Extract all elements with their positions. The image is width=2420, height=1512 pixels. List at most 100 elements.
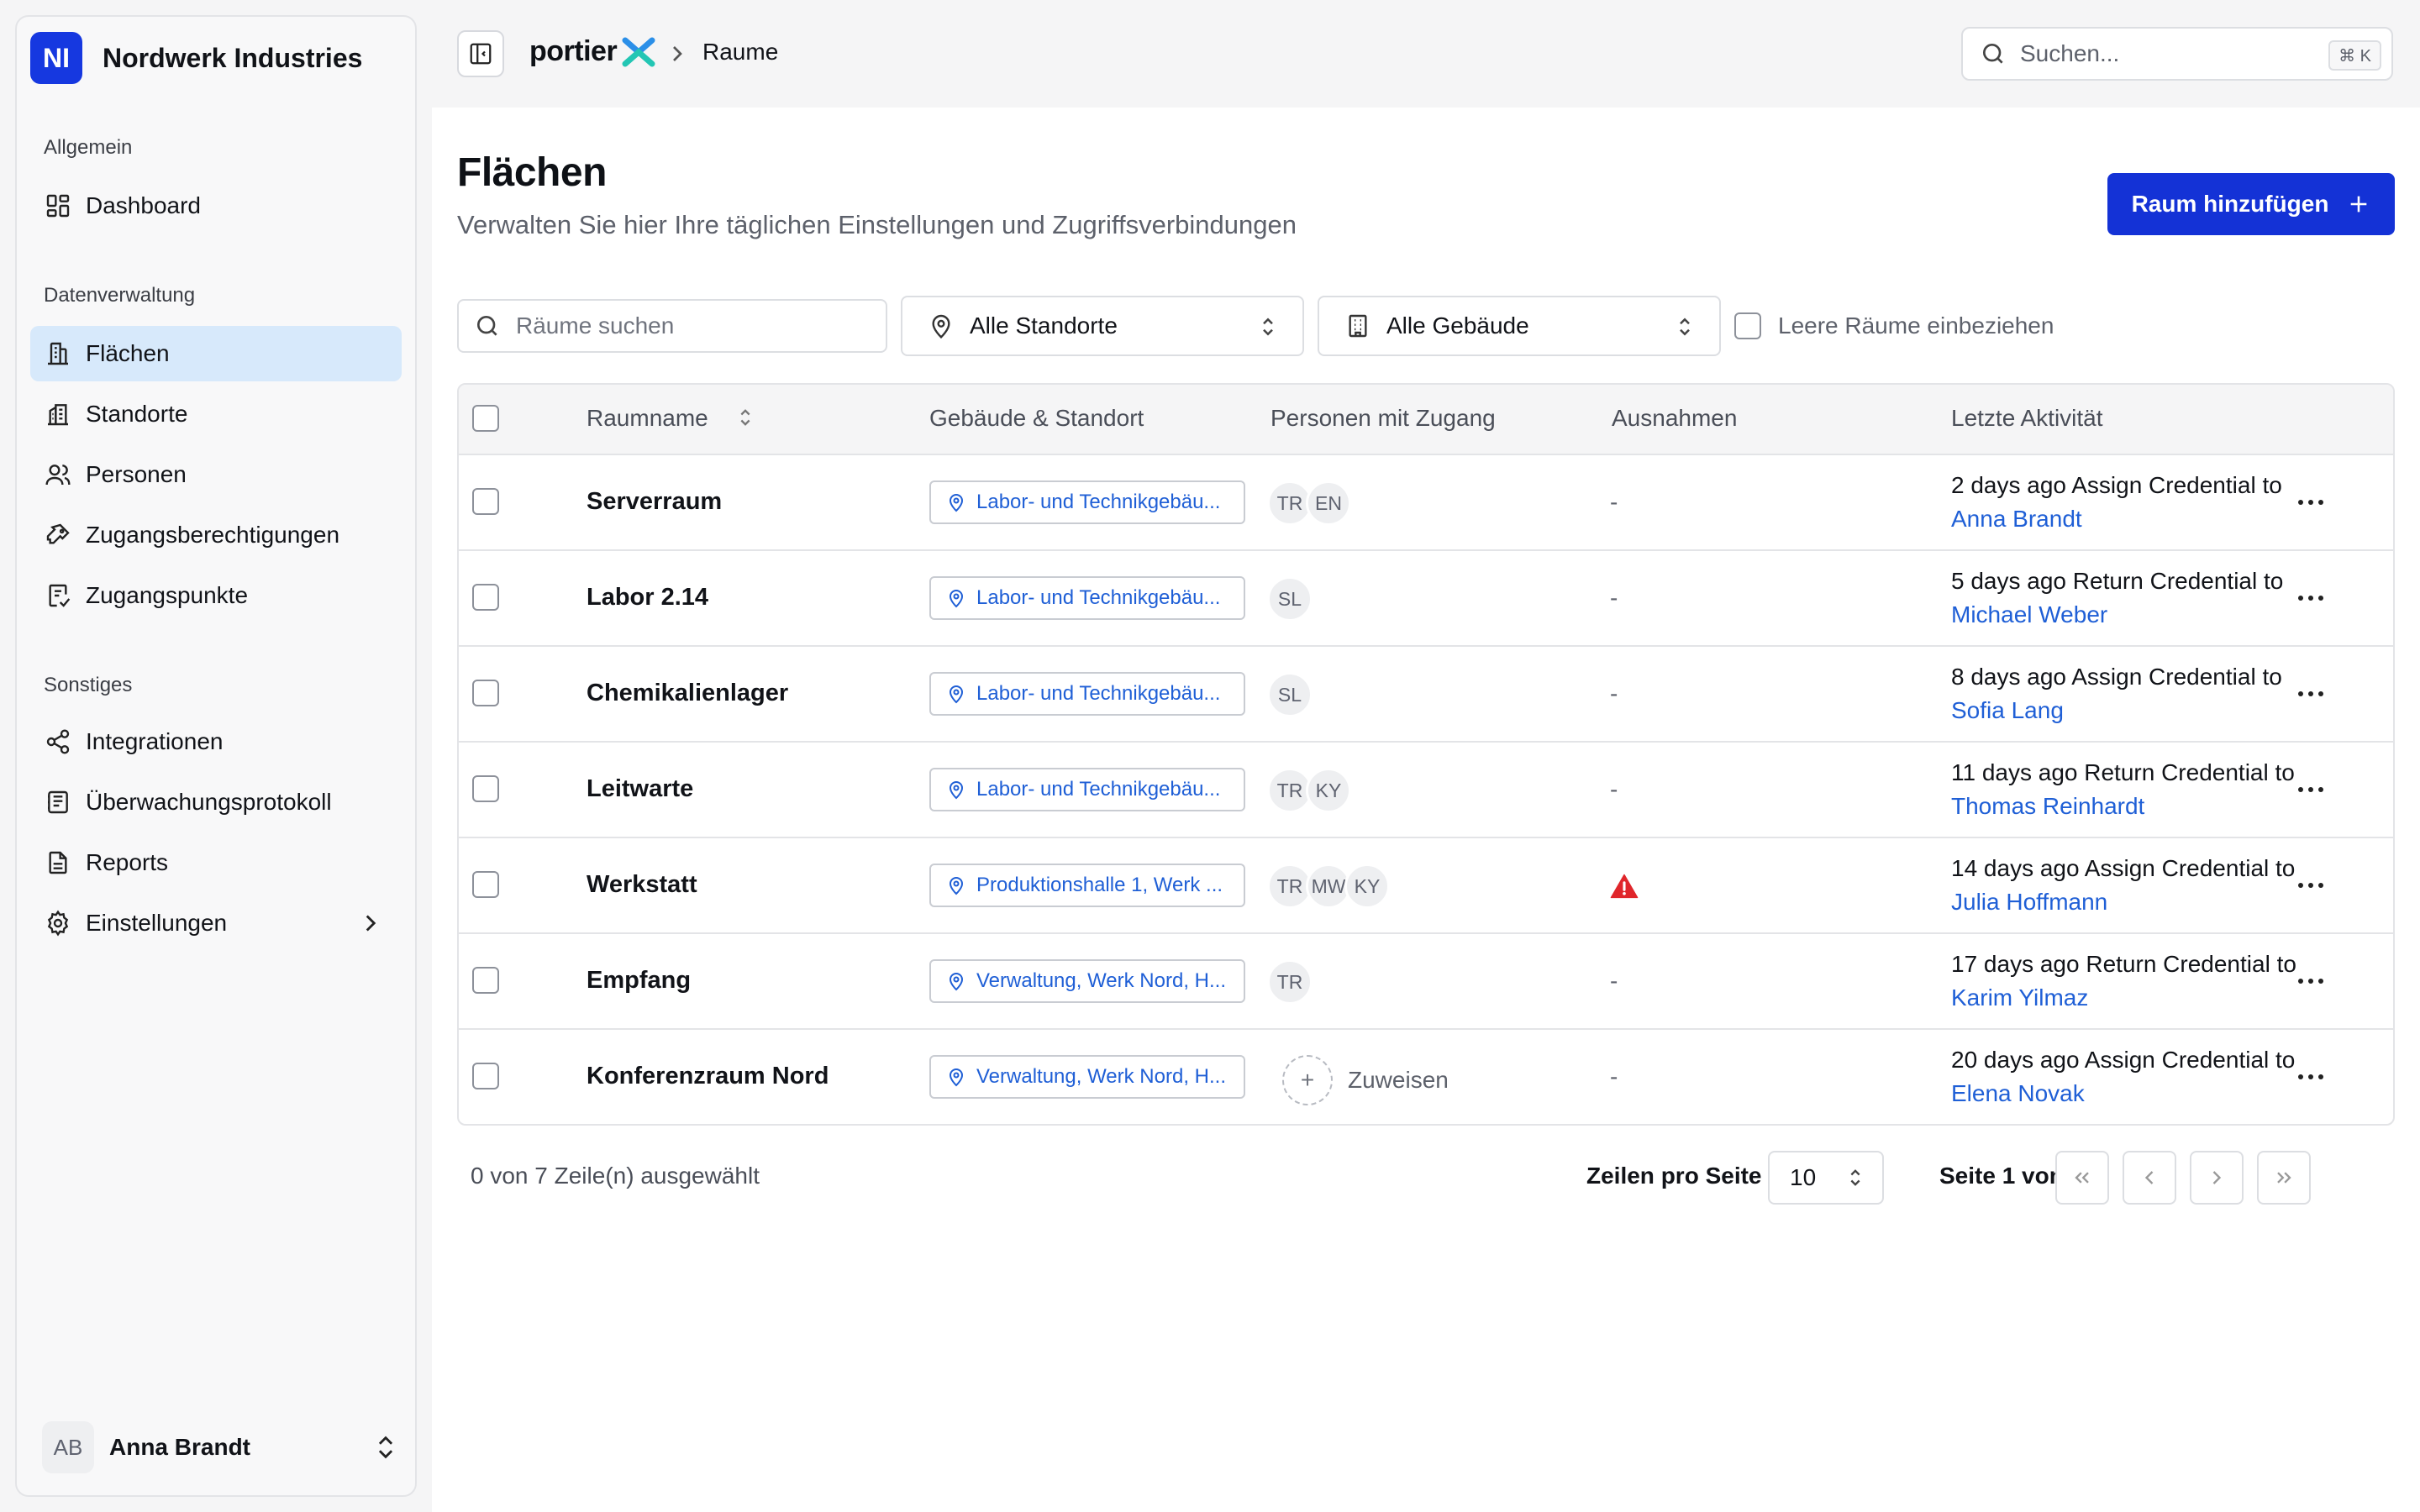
breadcrumb[interactable]: Raume xyxy=(702,39,778,66)
select-all-checkbox[interactable] xyxy=(472,405,499,432)
room-name[interactable]: Leitwarte xyxy=(587,775,693,803)
more-actions-icon[interactable] xyxy=(2294,872,2328,899)
sidebar-item-dashboard[interactable]: Dashboard xyxy=(30,178,402,234)
table-row[interactable]: Empfang Verwaltung, Werk Nord, H... TR -… xyxy=(459,934,2393,1030)
sidebar-item-label: Personen xyxy=(86,461,187,487)
next-page-button[interactable] xyxy=(2190,1151,2244,1205)
assign-people-button[interactable]: + Zuweisen xyxy=(1267,1055,1449,1105)
person-avatar[interactable]: KY xyxy=(1306,768,1351,813)
chevron-right-icon xyxy=(366,915,376,932)
rows-per-page-label: Zeilen pro Seite xyxy=(1586,1163,1762,1189)
exception-value: - xyxy=(1610,680,1618,706)
last-activity: 20 days ago Assign Credential to Elena N… xyxy=(1951,1043,2304,1110)
dashboard-icon xyxy=(44,192,72,220)
location-badge[interactable]: Produktionshalle 1, Werk ... xyxy=(929,864,1245,907)
row-checkbox[interactable] xyxy=(472,680,499,706)
table-row[interactable]: Serverraum Labor- und Technikgebäu... TR… xyxy=(459,455,2393,551)
last-page-button[interactable] xyxy=(2257,1151,2311,1205)
room-name[interactable]: Serverraum xyxy=(587,488,722,516)
sidebar-item-ueberwachungsprotokoll[interactable]: Überwachungsprotokoll xyxy=(30,774,402,830)
more-actions-icon[interactable] xyxy=(2294,489,2328,516)
sidebar-item-standorte[interactable]: Standorte xyxy=(30,386,402,442)
row-checkbox[interactable] xyxy=(472,967,499,994)
first-page-button[interactable] xyxy=(2055,1151,2109,1205)
location-badge[interactable]: Labor- und Technikgebäu... xyxy=(929,672,1245,716)
brand-logo[interactable]: portier xyxy=(529,35,655,68)
sidebar-item-personen[interactable]: Personen xyxy=(30,447,402,502)
location-badge[interactable]: Verwaltung, Werk Nord, H... xyxy=(929,1055,1245,1099)
sidebar-item-integrationen[interactable]: Integrationen xyxy=(30,714,402,769)
rows-per-page-select[interactable]: 10 xyxy=(1768,1151,1884,1205)
last-activity: 14 days ago Assign Credential to Julia H… xyxy=(1951,852,2304,919)
more-actions-icon[interactable] xyxy=(2294,776,2328,803)
activity-person-link[interactable]: Thomas Reinhardt xyxy=(1951,793,2144,819)
people-with-access: SL xyxy=(1267,576,1313,622)
include-empty-rooms-checkbox[interactable] xyxy=(1734,312,1761,339)
more-actions-icon[interactable] xyxy=(2294,680,2328,707)
room-name[interactable]: Empfang xyxy=(587,967,691,995)
location-text: Produktionshalle 1, Werk ... xyxy=(976,874,1223,896)
location-badge[interactable]: Labor- und Technikgebäu... xyxy=(929,480,1245,524)
column-header-room-name[interactable]: Raumname xyxy=(587,405,757,432)
room-search-input[interactable]: Räume suchen xyxy=(457,299,887,353)
person-avatar[interactable]: KY xyxy=(1344,864,1390,909)
add-room-label: Raum hinzufügen xyxy=(2131,191,2329,217)
location-select[interactable]: Alle Standorte xyxy=(901,296,1304,356)
sidebar-item-einstellungen[interactable]: Einstellungen xyxy=(30,895,402,951)
user-menu[interactable]: AB Anna Brandt xyxy=(42,1421,403,1473)
room-name[interactable]: Werkstatt xyxy=(587,871,697,899)
room-name[interactable]: Chemikalienlager xyxy=(587,680,788,707)
warning-icon[interactable] xyxy=(1610,872,1639,900)
table-row[interactable]: Konferenzraum Nord Verwaltung, Werk Nord… xyxy=(459,1030,2393,1124)
table-row[interactable]: Leitwarte Labor- und Technikgebäu... TR K… xyxy=(459,743,2393,838)
row-checkbox[interactable] xyxy=(472,775,499,802)
sidebar-item-flaechen[interactable]: Flächen xyxy=(30,326,402,381)
global-search-input[interactable]: Suchen... ⌘ K xyxy=(1961,27,2393,81)
activity-person-link[interactable]: Karim Yilmaz xyxy=(1951,984,2088,1011)
sidebar-item-zugangspunkte[interactable]: Zugangspunkte xyxy=(30,568,402,623)
location-text: Labor- und Technikgebäu... xyxy=(976,586,1221,609)
include-empty-rooms-toggle[interactable]: Leere Räume einbeziehen xyxy=(1734,312,2054,339)
chevrons-up-down-icon xyxy=(378,1436,393,1459)
person-avatar[interactable]: EN xyxy=(1306,480,1351,526)
activity-person-link[interactable]: Julia Hoffmann xyxy=(1951,889,2107,915)
activity-person-link[interactable]: Sofia Lang xyxy=(1951,697,2064,723)
row-checkbox[interactable] xyxy=(472,1063,499,1089)
room-name[interactable]: Labor 2.14 xyxy=(587,584,708,612)
chevron-right-icon xyxy=(673,46,682,61)
table-row[interactable]: Chemikalienlager Labor- und Technikgebäu… xyxy=(459,647,2393,743)
more-actions-icon[interactable] xyxy=(2294,585,2328,612)
row-checkbox[interactable] xyxy=(472,584,499,611)
map-pin-icon xyxy=(949,685,964,704)
more-actions-icon[interactable] xyxy=(2294,1063,2328,1090)
sidebar-item-zugangsberechtigungen[interactable]: Zugangsberechtigungen xyxy=(30,507,402,563)
table-row[interactable]: Labor 2.14 Labor- und Technikgebäu... SL… xyxy=(459,551,2393,647)
row-checkbox[interactable] xyxy=(472,871,499,898)
table-row[interactable]: Werkstatt Produktionshalle 1, Werk ... T… xyxy=(459,838,2393,934)
sidebar-toggle-button[interactable] xyxy=(457,30,504,77)
key-icon xyxy=(44,521,72,549)
activity-person-link[interactable]: Michael Weber xyxy=(1951,601,2107,627)
room-name[interactable]: Konferenzraum Nord xyxy=(587,1063,829,1090)
person-avatar[interactable]: TR xyxy=(1267,959,1313,1005)
activity-person-link[interactable]: Elena Novak xyxy=(1951,1080,2085,1106)
building-select[interactable]: Alle Gebäude xyxy=(1318,296,1721,356)
room-search-placeholder: Räume suchen xyxy=(516,312,675,339)
location-badge[interactable]: Verwaltung, Werk Nord, H... xyxy=(929,959,1245,1003)
building-icon xyxy=(1349,314,1367,338)
org-switcher[interactable]: NI Nordwerk Industries xyxy=(30,30,362,86)
activity-person-link[interactable]: Anna Brandt xyxy=(1951,506,2082,532)
add-room-button[interactable]: Raum hinzufügen xyxy=(2107,173,2395,235)
sort-icon[interactable] xyxy=(734,406,757,429)
location-badge[interactable]: Labor- und Technikgebäu... xyxy=(929,768,1245,811)
previous-page-button[interactable] xyxy=(2123,1151,2176,1205)
chevrons-up-down-icon xyxy=(1680,318,1690,336)
row-checkbox[interactable] xyxy=(472,488,499,515)
gear-icon xyxy=(44,909,72,937)
person-avatar[interactable]: SL xyxy=(1267,576,1313,622)
sidebar-item-reports[interactable]: Reports xyxy=(30,835,402,890)
location-badge[interactable]: Labor- und Technikgebäu... xyxy=(929,576,1245,620)
plus-icon xyxy=(2351,196,2367,213)
person-avatar[interactable]: SL xyxy=(1267,672,1313,717)
more-actions-icon[interactable] xyxy=(2294,968,2328,995)
